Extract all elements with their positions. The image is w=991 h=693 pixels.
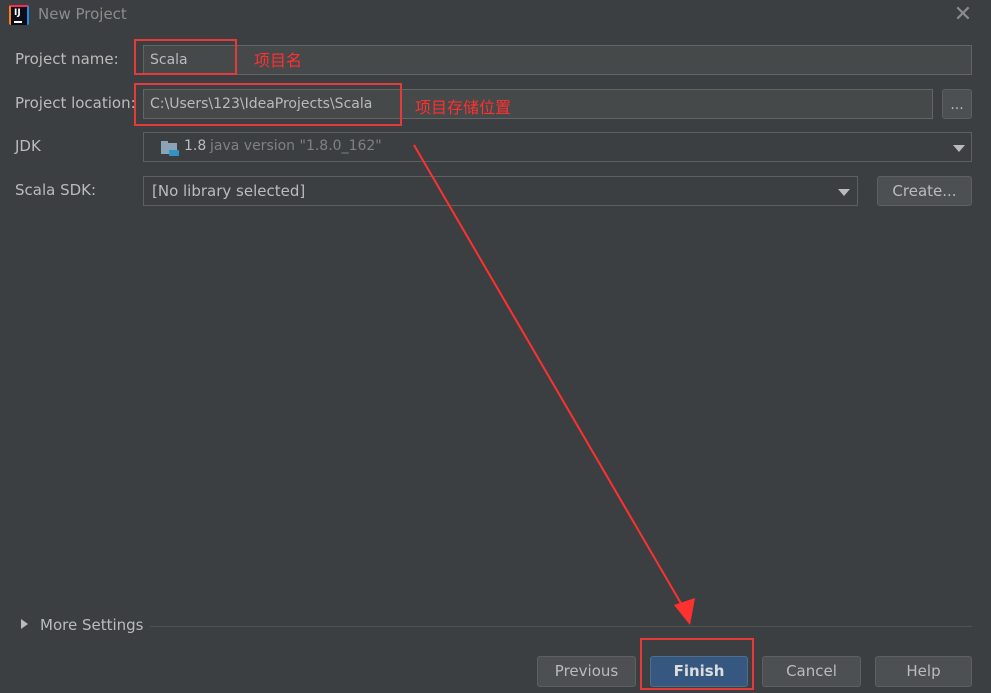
annotation-arrow [413, 144, 695, 625]
